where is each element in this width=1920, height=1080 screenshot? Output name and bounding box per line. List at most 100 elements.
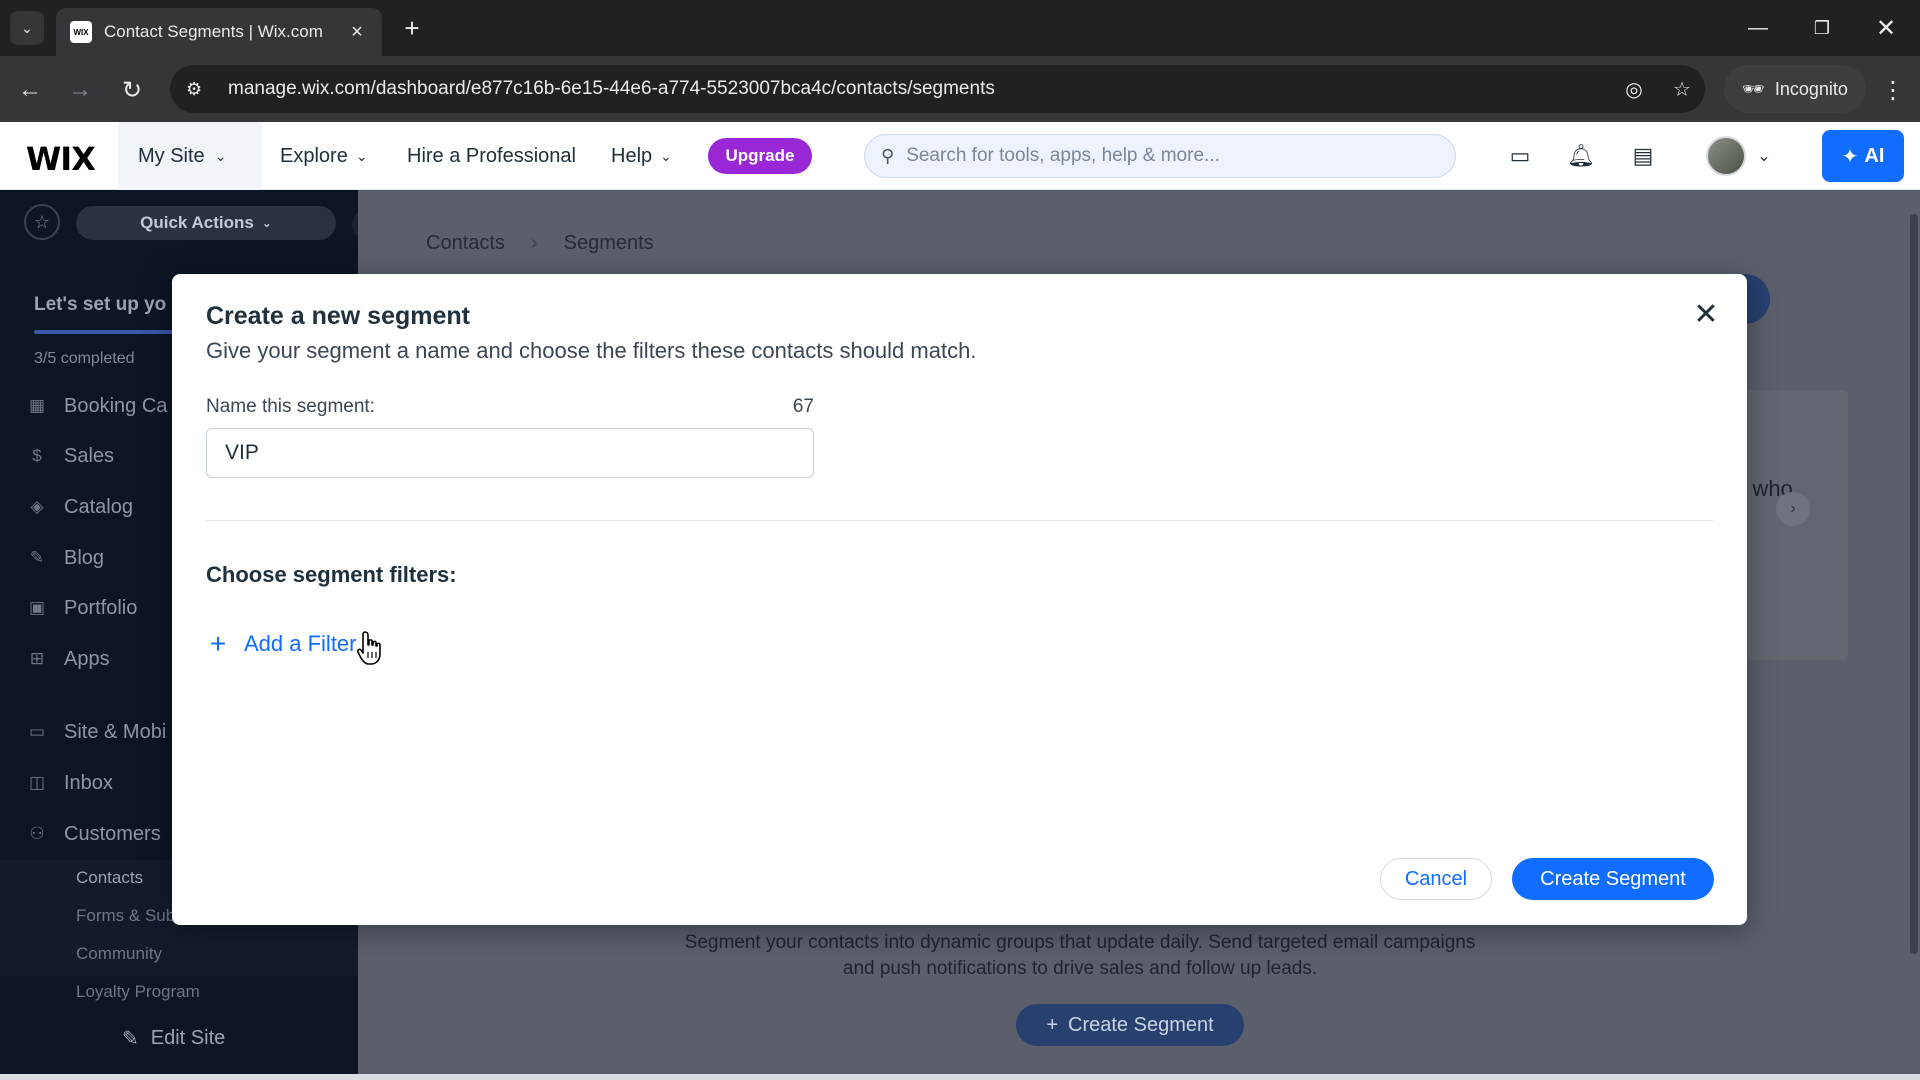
sidebar-item-label: Booking Ca: [64, 394, 168, 417]
search-icon: ⚲: [881, 145, 895, 166]
scrollbar-thumb[interactable]: [1910, 214, 1918, 954]
notifications-bell-icon[interactable]: 🔔︎: [1565, 140, 1597, 172]
sidebar-item-catalog[interactable]: ◈ Catalog: [26, 489, 133, 525]
chevron-down-icon: ⌄: [214, 147, 227, 164]
hand-pointer-cursor-icon: [356, 631, 381, 665]
sidebar-item-label: Customers: [64, 822, 161, 845]
sidebar-item-apps[interactable]: ⊞ Apps: [26, 641, 110, 677]
reload-icon[interactable]: ↻: [114, 72, 150, 108]
tab-search-chevron-icon[interactable]: ⌄: [10, 11, 44, 45]
plus-icon: +: [209, 628, 227, 659]
tab-close-icon[interactable]: ×: [346, 21, 368, 44]
nav-explore[interactable]: Explore ⌄: [280, 122, 368, 190]
sidebar-item-sales[interactable]: $ Sales: [26, 438, 114, 474]
restore-icon[interactable]: ❐: [1802, 8, 1842, 48]
sidebar-item-label: Apps: [64, 647, 110, 670]
create-segment-button[interactable]: Create Segment: [1512, 858, 1714, 900]
scrollbar[interactable]: [1906, 190, 1920, 1080]
modal-title: Create a new segment: [206, 302, 470, 330]
sidebar-item-label: Inbox: [64, 771, 113, 794]
address-bar[interactable]: ⚙ manage.wix.com/dashboard/e877c16b-6e15…: [170, 65, 1705, 113]
segment-filters-title: Choose segment filters:: [206, 562, 457, 587]
favorites-star-icon[interactable]: ☆: [24, 204, 60, 240]
bookmark-star-icon[interactable]: ☆: [1668, 75, 1696, 103]
account-chevron-down-icon[interactable]: ⌄: [1748, 140, 1780, 172]
search-input[interactable]: [906, 145, 1455, 167]
chat-icon[interactable]: ▭: [1504, 140, 1536, 172]
browser-tab[interactable]: WIX Contact Segments | Wix.com ×: [56, 8, 382, 56]
close-icon[interactable]: ✕: [1688, 296, 1724, 332]
add-filter-label: Add a Filter: [244, 631, 357, 656]
sidebar-item-customers[interactable]: ⚇ Customers: [26, 816, 161, 852]
nav-explore-label: Explore: [280, 144, 348, 167]
character-counter: 67: [792, 396, 814, 417]
inbox-icon: ◫: [28, 773, 46, 792]
pencil-icon: ✎: [122, 1028, 139, 1050]
calendar-icon: ▦: [28, 396, 46, 415]
quick-actions-label: Quick Actions: [140, 213, 254, 232]
my-site-label: My Site: [138, 144, 205, 167]
sidebar-item-portfolio[interactable]: ▣ Portfolio: [26, 590, 137, 626]
eye-off-icon[interactable]: ◎: [1620, 75, 1648, 103]
portfolio-icon: ▣: [28, 598, 46, 617]
pen-icon: ✎: [29, 548, 45, 567]
new-tab-plus-icon[interactable]: +: [396, 12, 428, 44]
ai-label: AI: [1864, 144, 1885, 167]
tab-title: Contact Segments | Wix.com: [104, 22, 323, 41]
sidebar-item-label: Sales: [64, 444, 115, 467]
segment-name-input[interactable]: [206, 428, 814, 478]
create-segment-modal: Create a new segment Give your segment a…: [172, 274, 1747, 925]
sidebar-item-label: Catalog: [64, 495, 133, 518]
avatar[interactable]: [1706, 136, 1746, 176]
sidebar-item-site-mobile[interactable]: ▭ Site & Mobi: [26, 714, 166, 750]
breadcrumb-contacts[interactable]: Contacts: [426, 232, 505, 255]
incognito-label: Incognito: [1774, 78, 1848, 99]
incognito-icon: 🕶: [1742, 78, 1765, 99]
minimize-icon[interactable]: —: [1738, 8, 1778, 48]
chevron-down-icon: ⌄: [660, 147, 672, 164]
browser-menu-icon[interactable]: ⋮: [1875, 72, 1911, 108]
site-info-icon[interactable]: ⚙: [186, 79, 214, 100]
edit-site-label: Edit Site: [150, 1027, 226, 1049]
wix-top-bar: WIX My Site ⌄ Explore ⌄ Hire a Professio…: [0, 122, 1920, 190]
empty-state-create-segment-button[interactable]: + Create Segment: [1016, 1004, 1244, 1046]
dollar-icon: $: [32, 446, 42, 465]
wix-logo[interactable]: WIX: [26, 140, 96, 178]
forward-arrow-icon[interactable]: →: [62, 72, 98, 108]
sidebar-item-blog[interactable]: ✎ Blog: [26, 540, 104, 576]
customers-icon: ⚇: [29, 824, 45, 843]
url-text[interactable]: manage.wix.com/dashboard/e877c16b-6e15-4…: [228, 78, 995, 100]
ai-assistant-button[interactable]: ✦ AI: [1822, 130, 1904, 182]
segment-name-label: Name this segment:: [206, 396, 375, 417]
window-close-icon[interactable]: ✕: [1866, 8, 1906, 48]
quick-actions-button[interactable]: Quick Actions ⌄: [76, 206, 336, 240]
sidebar-sub-loyalty[interactable]: Loyalty Program: [76, 977, 200, 1007]
my-site-dropdown[interactable]: My Site ⌄: [118, 122, 262, 190]
nav-hire-professional[interactable]: Hire a Professional: [407, 122, 576, 190]
wix-favicon-icon: WIX: [70, 21, 92, 43]
empty-state-description: Segment your contacts into dynamic group…: [684, 932, 1476, 979]
add-filter-button[interactable]: + Add a Filter: [206, 626, 357, 662]
sidebar-item-booking[interactable]: ▦ Booking Ca: [26, 388, 167, 424]
news-feed-icon[interactable]: ▤: [1627, 140, 1659, 172]
back-arrow-icon[interactable]: ←: [12, 72, 48, 108]
chevron-right-icon[interactable]: ›: [1776, 492, 1810, 526]
chevron-down-icon: ⌄: [261, 216, 272, 230]
apps-icon: ⊞: [29, 649, 45, 668]
sidebar-sub-contacts[interactable]: Contacts: [76, 863, 143, 893]
wix-search-bar[interactable]: ⚲: [864, 134, 1456, 178]
nav-help[interactable]: Help ⌄: [611, 122, 672, 190]
sidebar-item-label: Blog: [64, 546, 105, 569]
sidebar-item-inbox[interactable]: ◫ Inbox: [26, 765, 113, 801]
nav-help-label: Help: [611, 144, 653, 167]
cancel-button[interactable]: Cancel: [1380, 858, 1492, 900]
nav-hire-label: Hire a Professional: [407, 144, 576, 167]
edit-site-button[interactable]: ✎ Edit Site: [122, 1026, 225, 1051]
sidebar-sub-community[interactable]: Community: [76, 939, 162, 969]
breadcrumb: Contacts › Segments: [426, 232, 654, 255]
bottom-edge: [0, 1074, 1920, 1080]
incognito-indicator[interactable]: 🕶 Incognito: [1724, 65, 1866, 113]
sidebar-sub-forms[interactable]: Forms & Sub: [76, 901, 175, 931]
setup-checklist-title[interactable]: Let's set up yo: [34, 294, 166, 316]
upgrade-button[interactable]: Upgrade: [708, 138, 812, 174]
